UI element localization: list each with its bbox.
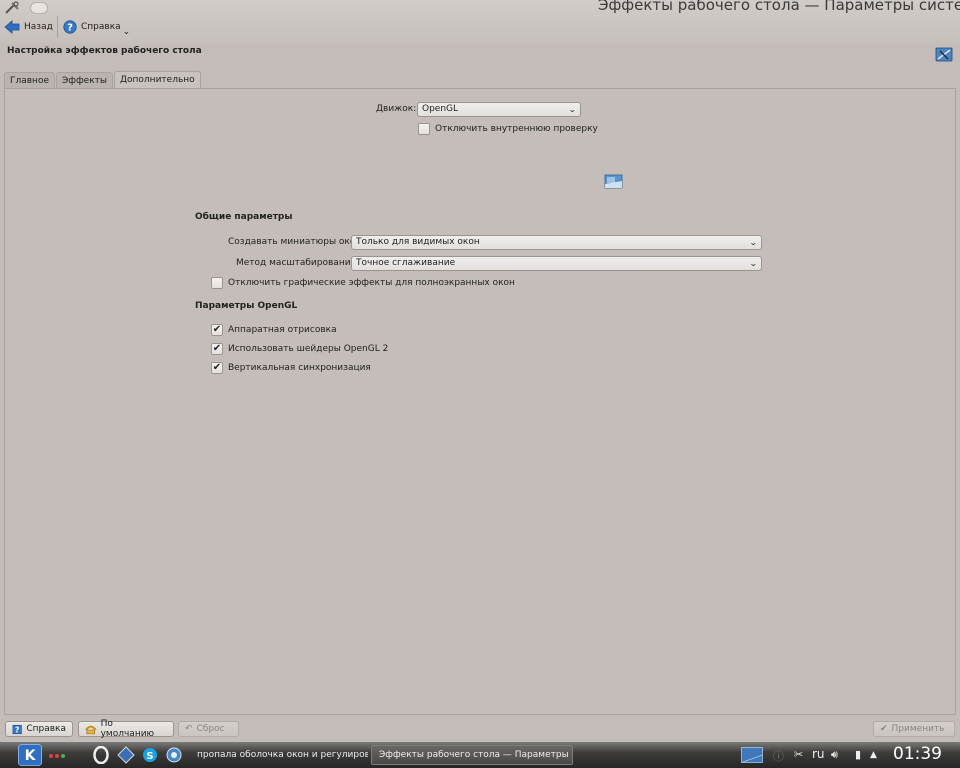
vsync-label: Вертикальная синхронизация <box>228 363 371 373</box>
help-menu-button[interactable]: ? Справка ⌄ <box>63 17 132 37</box>
thumbnails-select[interactable]: Только для видимых окон ⌄ <box>351 235 762 250</box>
opengl2-shaders-checkbox[interactable]: ✔ <box>211 343 223 355</box>
taskbar: K S пропала оболочка окон и регулировка … <box>0 742 960 768</box>
task-forum-label: пропала оболочка окон и регулировка <box>197 750 368 760</box>
help-button[interactable]: ? Справка <box>5 721 73 737</box>
check-icon: ✔ <box>212 324 222 335</box>
tab-general[interactable]: Главное <box>4 72 55 89</box>
tab-bar: Главное Эффекты Дополнительно <box>4 71 202 89</box>
help-button-label: Справка <box>26 724 66 734</box>
svg-text:?: ? <box>67 23 73 34</box>
thumbnails-select-value: Только для видимых окон <box>356 237 480 247</box>
fullscreen-checkbox[interactable] <box>211 277 223 289</box>
disable-check-label: Отключить внутреннюю проверку <box>435 124 598 134</box>
scaling-select[interactable]: Точное сглаживание ⌄ <box>351 256 762 271</box>
main-toolbar: Эффекты рабочего стола — Параметры систе… <box>0 0 960 44</box>
hardware-render-label: Аппаратная отрисовка <box>228 325 337 335</box>
browser-icon[interactable] <box>166 746 182 764</box>
check-icon: ✔ <box>212 343 222 354</box>
svg-text:K: K <box>25 748 37 764</box>
volume-icon[interactable]: 🔊︎ <box>831 748 838 762</box>
apply-button-label: Применить <box>891 724 945 734</box>
apply-button[interactable]: ✔ Применить <box>873 721 955 737</box>
check-icon: ✔ <box>212 362 222 373</box>
reset-icon: ↶ <box>185 724 193 734</box>
tab-effects[interactable]: Эффекты <box>56 72 113 89</box>
svg-text:S: S <box>146 751 153 762</box>
dropdown-arrow-icon: ⌄ <box>122 27 131 37</box>
window-title: Эффекты рабочего стола — Параметры систе… <box>598 0 960 14</box>
minimize-pill-icon[interactable] <box>30 2 48 14</box>
defaults-icon <box>85 725 97 734</box>
chevron-down-icon: ⌄ <box>568 105 578 114</box>
tools-icon <box>5 1 19 14</box>
back-button-label: Назад <box>24 22 53 32</box>
skype-icon[interactable]: S <box>142 746 158 764</box>
chevron-down-icon: ⌄ <box>749 259 759 268</box>
tab-advanced[interactable]: Дополнительно <box>114 71 201 89</box>
module-title: Настройка эффектов рабочего стола <box>7 46 202 56</box>
engine-select-value: OpenGL <box>422 104 459 114</box>
keyboard-layout-indicator[interactable]: ru <box>812 747 825 761</box>
opengl2-shaders-label: Использовать шейдеры OpenGL 2 <box>228 344 389 354</box>
desktop-effects-icon <box>935 47 953 62</box>
info-icon[interactable]: ⓘ <box>773 748 784 764</box>
engine-label: Движок: <box>376 104 417 114</box>
help-book-icon: ? <box>12 724 22 734</box>
help-icon: ? <box>63 20 77 34</box>
pager-dots-icon[interactable] <box>48 750 68 760</box>
kde-launcher-icon[interactable]: K <box>18 744 42 766</box>
clipboard-scissors-icon[interactable]: ✂ <box>794 748 803 761</box>
chevron-down-icon: ⌄ <box>749 238 759 247</box>
app-launcher-icon[interactable] <box>117 746 135 764</box>
tray-expand-icon[interactable]: ▲ <box>870 750 877 760</box>
general-section-title: Общие параметры <box>195 212 293 222</box>
desktop-show-icon[interactable] <box>741 747 763 763</box>
apply-check-icon: ✔ <box>880 724 888 734</box>
clock[interactable]: 01:39 <box>893 744 942 764</box>
vsync-checkbox[interactable]: ✔ <box>211 362 223 374</box>
opengl-section-title: Параметры OpenGL <box>195 301 298 311</box>
reset-button-label: Сброс <box>196 724 225 734</box>
engine-select[interactable]: OpenGL ⌄ <box>417 102 581 117</box>
opera-icon[interactable] <box>93 746 109 764</box>
defaults-button[interactable]: По умолчанию <box>78 719 174 739</box>
task-forum[interactable]: пропала оболочка окон и регулировка <box>190 745 368 765</box>
task-desktop-effects-label: Эффекты рабочего стола — Параметры <box>379 750 569 760</box>
thumbnails-label: Создавать миниатюры окон <box>228 237 362 247</box>
toolbar-separator <box>57 16 58 38</box>
disable-check-checkbox[interactable] <box>418 123 430 135</box>
compositing-status-icon <box>604 174 623 189</box>
task-desktop-effects[interactable]: Эффекты рабочего стола — Параметры <box>371 745 573 765</box>
scaling-label: Метод масштабирования: <box>236 258 359 268</box>
fullscreen-label: Отключить графические эффекты для полноэ… <box>228 278 515 288</box>
help-button-label: Справка <box>81 22 121 32</box>
back-button[interactable]: Назад <box>4 17 53 37</box>
svg-text:?: ? <box>15 725 19 734</box>
battery-icon[interactable]: ▮ <box>855 748 861 761</box>
scaling-select-value: Точное сглаживание <box>356 258 456 268</box>
advanced-panel <box>4 88 956 715</box>
back-arrow-icon <box>4 20 20 34</box>
hardware-render-checkbox[interactable]: ✔ <box>211 324 223 336</box>
reset-button[interactable]: ↶ Сброс <box>178 721 239 737</box>
defaults-button-label: По умолчанию <box>100 719 155 739</box>
